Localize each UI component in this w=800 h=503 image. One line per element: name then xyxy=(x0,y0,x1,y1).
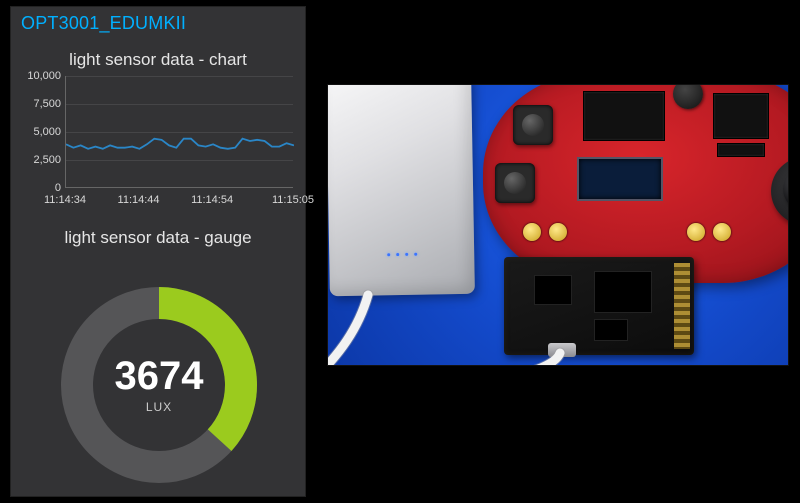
power-bank-leds xyxy=(387,253,417,257)
push-button-2 xyxy=(495,163,535,203)
power-bank xyxy=(328,85,475,296)
y-axis-tick: 5,000 xyxy=(21,126,61,138)
hardware-photo xyxy=(328,85,788,365)
ic-chip-2 xyxy=(717,143,765,157)
red-dev-board xyxy=(483,85,788,283)
ic-chip-5 xyxy=(594,319,628,341)
chart-plot-area xyxy=(65,76,293,188)
donut-gauge[interactable]: 3674 LUX xyxy=(11,250,307,500)
chart-series xyxy=(66,76,294,188)
gold-pad-4 xyxy=(713,223,731,241)
x-axis-tick: 11:15:05 xyxy=(272,194,314,206)
stage: OPT3001_EDUMKII light sensor data - char… xyxy=(0,0,800,503)
gold-edge-connector xyxy=(674,263,690,349)
panel-title: OPT3001_EDUMKII xyxy=(11,7,305,44)
gold-pad-2 xyxy=(549,223,567,241)
dashboard-panel: OPT3001_EDUMKII light sensor data - char… xyxy=(10,6,306,497)
ic-chip-4 xyxy=(594,271,652,313)
x-axis-tick: 11:14:54 xyxy=(191,194,233,206)
gauge-center: 3674 LUX xyxy=(115,356,204,414)
y-axis-tick: 7,500 xyxy=(21,98,61,110)
micro-usb-port xyxy=(548,343,576,357)
x-axis-tick: 11:14:44 xyxy=(118,194,160,206)
joystick-assembly xyxy=(775,151,788,228)
lcd-display xyxy=(577,157,663,201)
chart-title: light sensor data - chart xyxy=(11,44,305,72)
ic-chip-1 xyxy=(713,93,769,139)
gauge-title: light sensor data - gauge xyxy=(11,222,305,250)
x-axis-tick: 11:14:34 xyxy=(44,194,86,206)
gold-pad-3 xyxy=(687,223,705,241)
buzzer-icon xyxy=(673,85,703,109)
ic-chip-3 xyxy=(534,275,572,305)
push-button-1 xyxy=(513,105,553,145)
y-axis-tick: 0 xyxy=(21,182,61,194)
gold-pad-1 xyxy=(523,223,541,241)
line-chart[interactable]: 0 2,500 5,000 7,500 10,000 11:14:34 11:14:44 1… xyxy=(21,72,297,222)
y-axis-tick: 2,500 xyxy=(21,154,61,166)
black-daughter-board xyxy=(504,257,694,355)
gauge-value: 3674 xyxy=(115,356,204,396)
gauge-unit: LUX xyxy=(115,400,204,414)
y-axis-tick: 10,000 xyxy=(21,70,61,82)
mcu-module xyxy=(583,91,665,141)
